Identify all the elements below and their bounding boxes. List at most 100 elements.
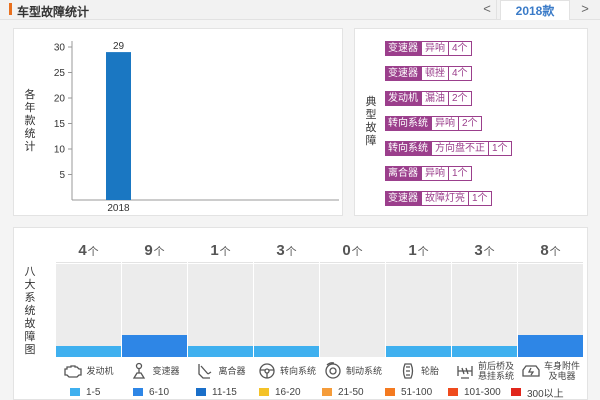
typical-title-char: 型 bbox=[365, 109, 377, 121]
header-bar: 车型故障统计 < 2018款 > bbox=[0, 0, 600, 21]
typical-fault-row[interactable]: 转向系统 方向盘不正 1个 bbox=[385, 141, 512, 156]
system-name-line: 前后桥及 bbox=[477, 360, 514, 371]
system-fault-count: 8个 bbox=[518, 239, 583, 263]
fault-count-tag: 1个 bbox=[449, 166, 472, 181]
system-name-line: 及电器 bbox=[548, 370, 576, 381]
system-column[interactable]: 4个 发动机 bbox=[56, 239, 122, 383]
typical-fault-row[interactable]: 变速器 顿挫 4个 bbox=[385, 66, 472, 81]
system-label[interactable]: 车身附件 及电器 bbox=[518, 358, 583, 383]
fault-issue-tag[interactable]: 顿挫 bbox=[421, 66, 449, 81]
fault-part-tag[interactable]: 转向系统 bbox=[385, 141, 431, 156]
fault-count-tag: 4个 bbox=[449, 66, 472, 81]
legend-item: 21-50 bbox=[322, 385, 385, 399]
prev-year-button[interactable]: < bbox=[476, 0, 498, 20]
legend-swatch bbox=[322, 388, 332, 396]
suspension-icon bbox=[457, 365, 473, 379]
fault-level-fill bbox=[122, 335, 187, 357]
tab-year-2018[interactable]: 2018款 bbox=[500, 0, 570, 21]
legend-item: 16-20 bbox=[259, 385, 322, 399]
system-column[interactable]: 8个车身附件 及电器 bbox=[518, 239, 584, 383]
system-name: 制动系统 bbox=[345, 365, 382, 376]
system-label[interactable]: 变速器 bbox=[122, 358, 187, 383]
fault-level-fill bbox=[386, 346, 451, 357]
systems-title-char: 图 bbox=[24, 344, 36, 356]
fault-issue-tag[interactable]: 方向盘不正 bbox=[431, 141, 489, 156]
system-label[interactable]: 前后桥及 悬挂系统 bbox=[452, 358, 517, 383]
electrical-icon bbox=[522, 364, 540, 377]
legend-label: 300以上 bbox=[527, 388, 564, 400]
system-name: 前后桥及 悬挂系统 bbox=[478, 361, 514, 381]
legend-item: 300以上 bbox=[511, 385, 574, 400]
system-column[interactable]: 0个 制动系统 bbox=[320, 239, 386, 383]
system-name: 转向系统 bbox=[279, 365, 316, 376]
yearly-bar-chart: 30 25 20 15 10 5 29 2018 bbox=[54, 41, 339, 214]
count-unit: 个 bbox=[153, 246, 165, 258]
fault-part-tag[interactable]: 变速器 bbox=[385, 41, 421, 56]
systems-title-char: 系 bbox=[24, 292, 36, 304]
steering-wheel-icon bbox=[259, 362, 275, 379]
system-label[interactable]: 离合器 bbox=[188, 358, 253, 383]
system-fault-count: 3个 bbox=[452, 239, 517, 263]
divider bbox=[496, 0, 497, 20]
fault-part-tag[interactable]: 发动机 bbox=[385, 91, 421, 106]
fault-level-fill bbox=[254, 346, 319, 357]
fault-issue-tag[interactable]: 异响 bbox=[421, 41, 449, 56]
fault-count-tag: 2个 bbox=[449, 91, 472, 106]
systems-title-char: 八 bbox=[24, 266, 36, 278]
system-label[interactable]: 轮胎 bbox=[386, 358, 451, 383]
y-tick-label: 10 bbox=[54, 145, 66, 156]
fault-level-well bbox=[56, 264, 121, 357]
yearly-fault-chart-panel: 各 年 款 统 计 30 25 20 15 10 5 29 2018 bbox=[13, 28, 343, 216]
typical-fault-row[interactable]: 发动机 漏油 2个 bbox=[385, 91, 472, 106]
fault-issue-tag[interactable]: 故障灯亮 bbox=[421, 191, 469, 206]
brake-disc-icon bbox=[325, 361, 341, 379]
fault-level-fill bbox=[452, 346, 517, 357]
system-column[interactable]: 1个轮胎 bbox=[386, 239, 452, 383]
fault-level-fill bbox=[518, 335, 583, 357]
typical-fault-row[interactable]: 变速器 故障灯亮 1个 bbox=[385, 191, 492, 206]
typical-fault-row[interactable]: 转向系统 异响 2个 bbox=[385, 116, 482, 131]
legend-label: 51-100 bbox=[401, 386, 433, 398]
bar-2018[interactable] bbox=[106, 52, 131, 200]
fault-issue-tag[interactable]: 漏油 bbox=[421, 91, 449, 106]
typical-fault-row[interactable]: 变速器 异响 4个 bbox=[385, 41, 472, 56]
legend-item: 101-300 bbox=[448, 385, 511, 399]
system-label[interactable]: 制动系统 bbox=[320, 358, 385, 383]
fault-part-tag[interactable]: 变速器 bbox=[385, 191, 421, 206]
count-number: 3 bbox=[474, 242, 483, 259]
legend-label: 1-5 bbox=[86, 386, 101, 398]
legend-swatch bbox=[133, 388, 143, 396]
system-column[interactable]: 3个 转向系统 bbox=[254, 239, 320, 383]
fault-count-tag: 1个 bbox=[469, 191, 492, 206]
legend-swatch bbox=[70, 388, 80, 396]
legend-item: 1-5 bbox=[70, 385, 133, 399]
system-name-line: 悬挂系统 bbox=[477, 370, 514, 381]
header-accent bbox=[9, 3, 12, 15]
system-label[interactable]: 转向系统 bbox=[254, 358, 319, 383]
system-fault-count: 9个 bbox=[122, 239, 187, 263]
next-year-button[interactable]: > bbox=[574, 0, 596, 20]
fault-issue-tag[interactable]: 异响 bbox=[431, 116, 459, 131]
fault-issue-tag[interactable]: 异响 bbox=[421, 166, 449, 181]
typical-fault-row[interactable]: 离合器 异响 1个 bbox=[385, 166, 472, 181]
legend-label: 11-15 bbox=[212, 386, 237, 398]
fault-count-tag: 4个 bbox=[449, 41, 472, 56]
system-column[interactable]: 3个前后桥及 悬挂系统 bbox=[452, 239, 518, 383]
legend-label: 21-50 bbox=[338, 386, 364, 398]
count-number: 8 bbox=[540, 242, 549, 259]
fault-level-well bbox=[254, 264, 319, 357]
fault-part-tag[interactable]: 变速器 bbox=[385, 66, 421, 81]
typical-title: 典 型 故 障 bbox=[364, 96, 378, 148]
legend-swatch bbox=[259, 388, 269, 396]
system-column[interactable]: 1个离合器 bbox=[188, 239, 254, 383]
clutch-pedal-icon bbox=[198, 363, 212, 379]
typical-title-char: 典 bbox=[365, 96, 377, 108]
system-fault-count: 1个 bbox=[386, 239, 451, 263]
tire-icon bbox=[402, 362, 414, 379]
system-label[interactable]: 发动机 bbox=[56, 358, 121, 383]
fault-part-tag[interactable]: 转向系统 bbox=[385, 116, 431, 131]
fault-part-tag[interactable]: 离合器 bbox=[385, 166, 421, 181]
y-tick-label: 30 bbox=[54, 43, 66, 54]
system-fault-count: 1个 bbox=[188, 239, 253, 263]
system-column[interactable]: 9个变速器 bbox=[122, 239, 188, 383]
